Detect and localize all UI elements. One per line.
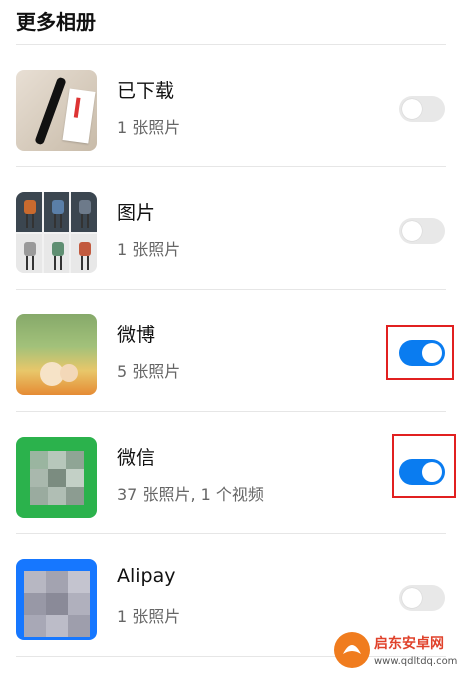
album-thumbnail: [16, 70, 97, 151]
divider: [16, 44, 446, 45]
album-toggle-downloads[interactable]: [399, 96, 445, 122]
album-title: 微博: [117, 324, 156, 346]
chair-image: [43, 233, 70, 273]
toothbrush-image: [34, 76, 67, 146]
album-count: 1 张照片: [117, 607, 181, 626]
chair-image: [71, 233, 97, 273]
chair-image: [43, 192, 70, 232]
album-title: Alipay: [117, 565, 176, 587]
watermark-url: www.qdltdq.com: [374, 656, 457, 667]
highlight-box: [392, 434, 456, 498]
album-title: 微信: [117, 447, 156, 469]
divider: [16, 411, 446, 412]
product-box-image: [62, 88, 96, 144]
album-toggle-pictures[interactable]: [399, 218, 445, 244]
divider: [16, 166, 446, 167]
highlight-box: [386, 325, 454, 380]
divider: [16, 533, 446, 534]
illustration-figure: [60, 364, 78, 382]
toggle-knob: [402, 99, 422, 119]
mosaic-blur: [30, 451, 84, 505]
chair-image: [16, 192, 42, 232]
album-thumbnail: [16, 192, 97, 273]
album-title: 图片: [117, 202, 156, 224]
album-thumbnail: [16, 314, 97, 395]
chair-image: [71, 192, 97, 232]
toggle-knob: [402, 221, 422, 241]
toggle-knob: [402, 588, 422, 608]
page-title: 更多相册: [16, 10, 96, 34]
chair-image: [16, 233, 42, 273]
watermark-logo: 启东安卓网 www.qdltdq.com: [334, 632, 457, 668]
album-row-downloads[interactable]: 已下载 1 张照片: [0, 46, 462, 166]
mosaic-blur: [24, 571, 90, 637]
album-count: 37 张照片, 1 个视频: [117, 485, 264, 504]
album-count: 1 张照片: [117, 118, 181, 137]
album-row-pictures[interactable]: 图片 1 张照片: [0, 168, 462, 288]
album-count: 1 张照片: [117, 240, 181, 259]
album-thumbnail: [16, 559, 97, 640]
album-title: 已下载: [117, 80, 175, 102]
album-toggle-alipay[interactable]: [399, 585, 445, 611]
album-thumbnail: [16, 437, 97, 518]
album-count: 5 张照片: [117, 362, 181, 381]
watermark-brand: 启东安卓网: [374, 635, 444, 652]
